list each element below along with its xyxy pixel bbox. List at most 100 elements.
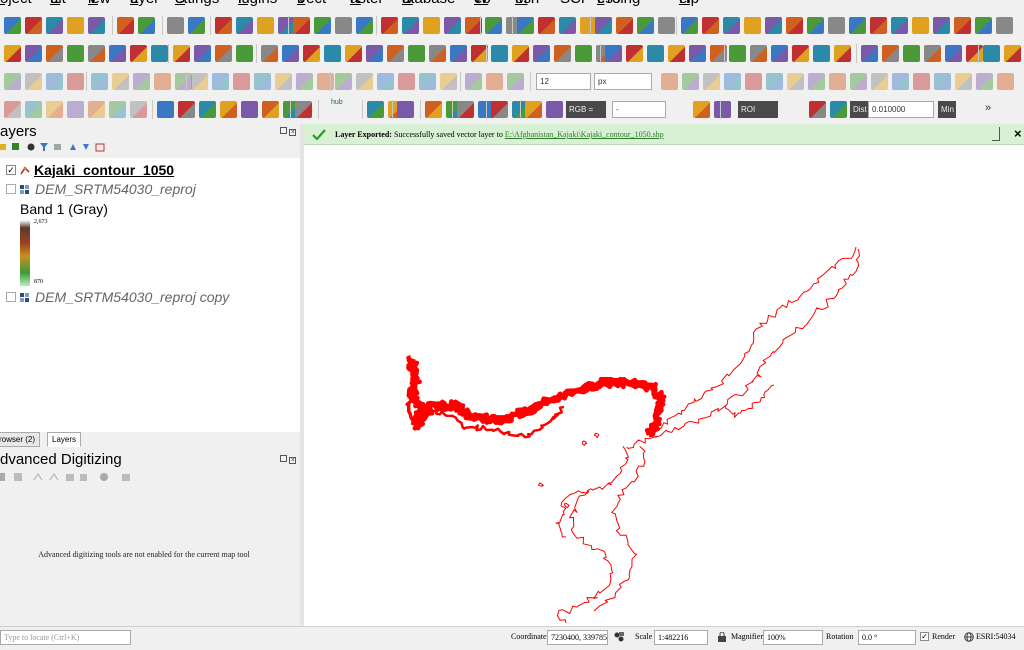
paste-icon[interactable] bbox=[173, 45, 190, 62]
edit-icon[interactable] bbox=[681, 17, 698, 34]
python-icon[interactable] bbox=[112, 73, 129, 90]
undo-icon[interactable] bbox=[356, 17, 373, 34]
zoom-layer-icon[interactable] bbox=[275, 73, 292, 90]
cut-icon[interactable] bbox=[809, 101, 826, 118]
tab-layers[interactable]: Layers bbox=[47, 432, 82, 447]
pan-icon[interactable] bbox=[546, 101, 563, 118]
digitize-icon[interactable] bbox=[954, 17, 971, 34]
zoom-in-icon[interactable] bbox=[387, 45, 404, 62]
zoom-out-icon[interactable] bbox=[408, 45, 425, 62]
undo-icon[interactable] bbox=[689, 45, 706, 62]
zoom-in-icon[interactable] bbox=[88, 101, 105, 118]
digitize-icon[interactable] bbox=[491, 101, 508, 118]
plugin-icon[interactable] bbox=[345, 45, 362, 62]
refresh-icon[interactable] bbox=[595, 17, 612, 34]
undo-icon[interactable] bbox=[194, 45, 211, 62]
label-icon[interactable] bbox=[236, 45, 253, 62]
map-canvas[interactable] bbox=[304, 145, 1024, 626]
add-feature-icon[interactable] bbox=[67, 45, 84, 62]
add-feature-icon[interactable] bbox=[575, 45, 592, 62]
add-feature-icon[interactable] bbox=[419, 73, 436, 90]
crs-globe-icon[interactable] bbox=[964, 632, 974, 642]
redo-icon[interactable] bbox=[425, 101, 442, 118]
move-feature-icon[interactable] bbox=[955, 73, 972, 90]
copy-icon[interactable] bbox=[367, 101, 384, 118]
delete-icon[interactable] bbox=[109, 45, 126, 62]
move-feature-icon[interactable] bbox=[744, 17, 761, 34]
plugin-icon[interactable] bbox=[996, 17, 1013, 34]
delete-icon[interactable] bbox=[465, 73, 482, 90]
python-icon[interactable] bbox=[261, 45, 278, 62]
select-icon[interactable] bbox=[829, 73, 846, 90]
plugin-icon[interactable] bbox=[834, 45, 851, 62]
zoom-out-icon[interactable] bbox=[766, 73, 783, 90]
rotation-field[interactable]: 0.0 ° bbox=[858, 630, 916, 645]
toolbar-overflow-icon[interactable]: » bbox=[985, 102, 991, 114]
float-icon[interactable] bbox=[280, 455, 287, 462]
advdig-panel-controls[interactable]: × bbox=[280, 455, 297, 464]
select-icon[interactable] bbox=[616, 17, 633, 34]
measure-icon[interactable] bbox=[167, 17, 184, 34]
zoom-layer-icon[interactable] bbox=[924, 45, 941, 62]
delete-icon[interactable] bbox=[605, 45, 622, 62]
move-feature-icon[interactable] bbox=[257, 17, 274, 34]
processing-icon[interactable] bbox=[933, 17, 950, 34]
identify-icon[interactable] bbox=[138, 17, 155, 34]
save-edits-icon[interactable] bbox=[398, 73, 415, 90]
redo-icon[interactable] bbox=[381, 17, 398, 34]
python-icon[interactable] bbox=[912, 17, 929, 34]
zoom-out-icon[interactable] bbox=[903, 45, 920, 62]
cut-icon[interactable] bbox=[130, 45, 147, 62]
edit-icon[interactable] bbox=[714, 101, 731, 118]
digitize-icon[interactable] bbox=[4, 101, 21, 118]
identify-icon[interactable] bbox=[637, 17, 654, 34]
snapping-icon[interactable] bbox=[324, 45, 341, 62]
layer-checkbox[interactable]: ✓ bbox=[6, 165, 16, 175]
dist-input[interactable]: 0.010000 bbox=[868, 101, 934, 118]
save-edits-icon[interactable] bbox=[913, 73, 930, 90]
save-edits-icon[interactable] bbox=[46, 45, 63, 62]
identify-icon[interactable] bbox=[850, 73, 867, 90]
zoom-in-icon[interactable] bbox=[25, 17, 42, 34]
copy-icon[interactable] bbox=[314, 17, 331, 34]
pan-icon[interactable] bbox=[67, 101, 84, 118]
pan-icon[interactable] bbox=[861, 45, 878, 62]
label-size-field[interactable]: 12 bbox=[536, 73, 591, 90]
message-close-icon[interactable]: × bbox=[1014, 126, 1022, 141]
identify-icon[interactable] bbox=[335, 73, 352, 90]
processing-icon[interactable] bbox=[444, 17, 461, 34]
rgb-select[interactable]: - bbox=[612, 101, 666, 118]
toggle-extents-icon[interactable] bbox=[613, 631, 625, 643]
identify-icon[interactable] bbox=[199, 101, 216, 118]
tab-browser[interactable]: rowser (2) bbox=[0, 432, 41, 447]
edit-icon[interactable] bbox=[892, 73, 909, 90]
select-icon[interactable] bbox=[178, 101, 195, 118]
zoom-layer-icon[interactable] bbox=[67, 17, 84, 34]
undo-icon[interactable] bbox=[849, 17, 866, 34]
label-icon[interactable] bbox=[729, 45, 746, 62]
measure-icon[interactable] bbox=[512, 45, 529, 62]
add-feature-icon[interactable] bbox=[723, 17, 740, 34]
paste-icon[interactable] bbox=[25, 73, 42, 90]
select-icon[interactable] bbox=[117, 17, 134, 34]
label-icon[interactable] bbox=[891, 17, 908, 34]
measure-icon[interactable] bbox=[1004, 45, 1021, 62]
zoom-out-icon[interactable] bbox=[109, 101, 126, 118]
delete-icon[interactable] bbox=[976, 73, 993, 90]
python-icon[interactable] bbox=[423, 17, 440, 34]
cut-icon[interactable] bbox=[486, 73, 503, 90]
layer-item-kajaki[interactable]: ✓ Kajaki_contour_1050 bbox=[0, 161, 300, 181]
edit-icon[interactable] bbox=[533, 45, 550, 62]
label-icon[interactable] bbox=[91, 73, 108, 90]
copy-icon[interactable] bbox=[647, 45, 664, 62]
digitize-icon[interactable] bbox=[661, 73, 678, 90]
edit-icon[interactable] bbox=[25, 45, 42, 62]
move-feature-icon[interactable] bbox=[440, 73, 457, 90]
zoom-in-icon[interactable] bbox=[233, 73, 250, 90]
snapping-icon[interactable] bbox=[485, 17, 502, 34]
python-icon[interactable] bbox=[457, 101, 474, 118]
snapping-icon[interactable] bbox=[813, 45, 830, 62]
zoom-in-icon[interactable] bbox=[538, 17, 555, 34]
cut-icon[interactable] bbox=[786, 17, 803, 34]
redo-icon[interactable] bbox=[215, 45, 232, 62]
